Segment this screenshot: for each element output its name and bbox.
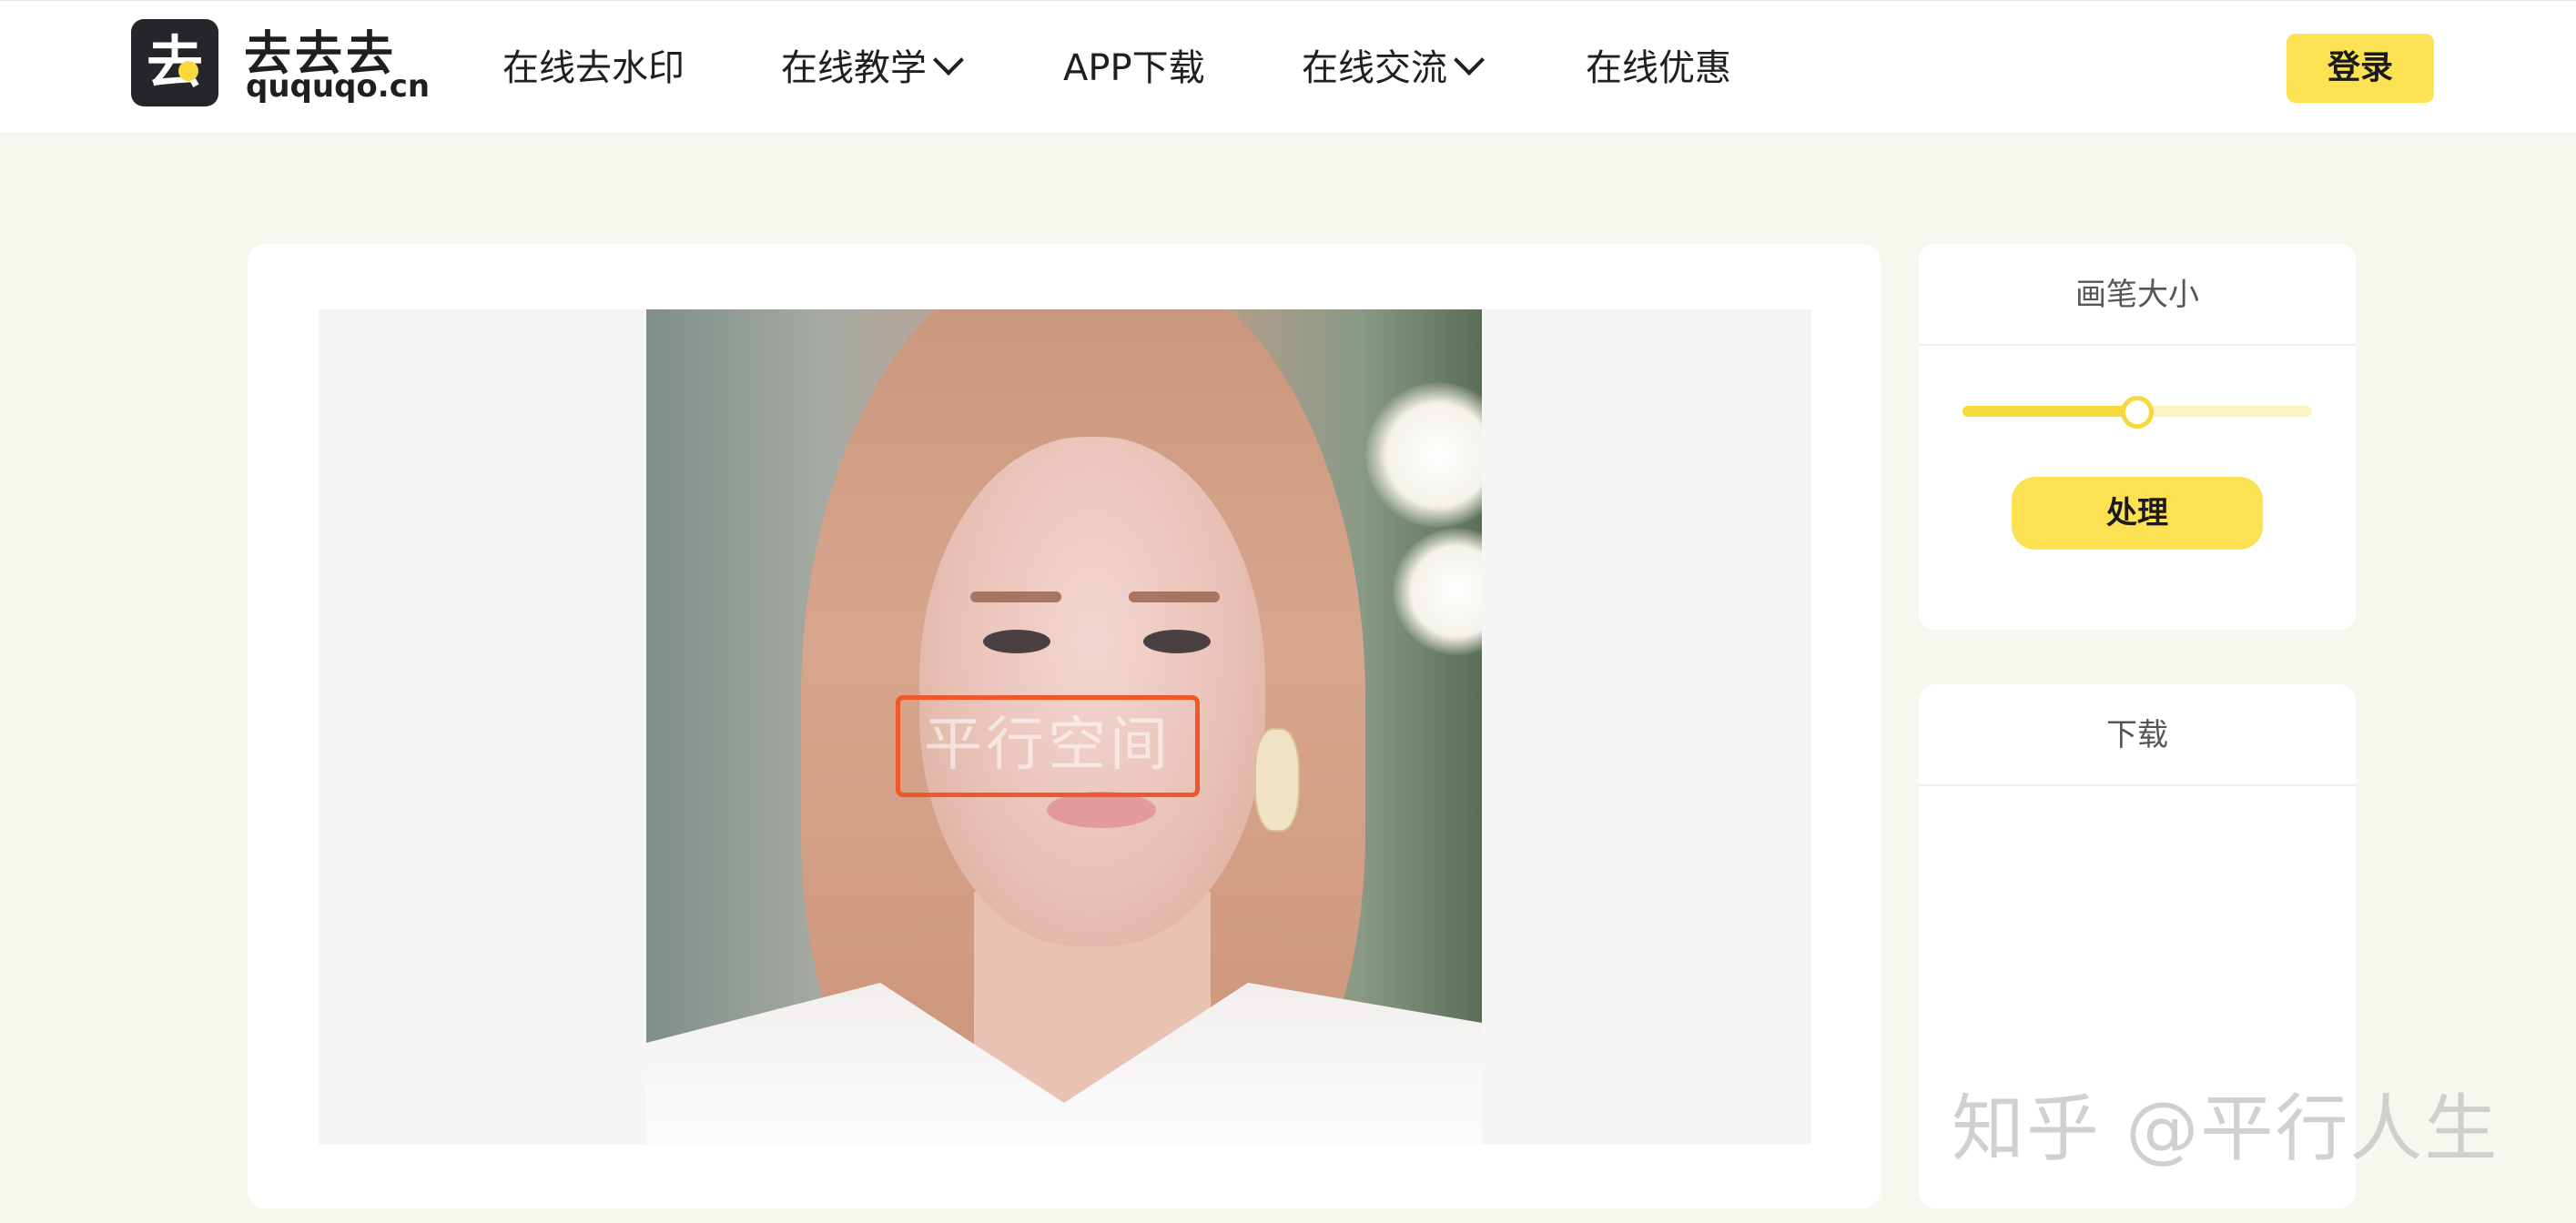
overlay-watermark: 知乎 @平行人生: [1952, 1087, 2500, 1171]
photo-brow: [970, 591, 1061, 602]
logo-text-en[interactable]: ququqo.cn: [246, 68, 430, 105]
photo-flower: [1365, 382, 1482, 528]
chevron-down-icon: [1454, 45, 1485, 76]
nav-label: APP下载: [1063, 47, 1205, 89]
nav-item-communication[interactable]: 在线交流: [1302, 43, 1485, 94]
slider-thumb[interactable]: [2121, 396, 2154, 429]
nav-item-teaching[interactable]: 在线教学: [781, 43, 964, 94]
photo-face: [919, 437, 1265, 946]
nav-label: 在线去水印: [502, 47, 685, 89]
photo-lips: [1047, 792, 1156, 828]
photo-eye: [1143, 630, 1211, 653]
logo-dot: [178, 61, 198, 81]
brush-size-panel: 画笔大小 处理: [1919, 244, 2356, 630]
nav-label: 在线优惠: [1586, 47, 1731, 89]
chevron-down-icon: [933, 45, 964, 76]
brush-size-title: 画笔大小: [1919, 244, 2356, 346]
brush-size-slider[interactable]: [1962, 396, 2312, 429]
editor-card: 平行空间: [248, 244, 1881, 1208]
nav-label: 在线教学: [781, 47, 927, 89]
photo-eye: [983, 630, 1050, 653]
logo-glyph: 去: [146, 29, 203, 96]
photo-brow: [1129, 591, 1220, 602]
nav-item-app-download[interactable]: APP下载: [1063, 43, 1205, 94]
download-title[interactable]: 下载: [1919, 684, 2356, 786]
logo-icon[interactable]: 去: [131, 19, 218, 106]
watermark-text: 平行空间: [924, 712, 1171, 779]
photo-flower: [1393, 528, 1482, 655]
nav-item-discounts[interactable]: 在线优惠: [1586, 43, 1731, 94]
nav-item-watermark-removal[interactable]: 在线去水印: [502, 43, 685, 94]
image-canvas[interactable]: 平行空间: [319, 309, 1811, 1145]
process-button[interactable]: 处理: [2012, 477, 2263, 550]
login-button[interactable]: 登录: [2287, 34, 2434, 103]
nav-label: 在线交流: [1302, 47, 1447, 89]
watermark-selection-box[interactable]: 平行空间: [896, 695, 1200, 797]
top-header: 去 去去去 ququqo.cn 在线去水印 在线教学 APP下载 在线交流 在线…: [0, 0, 2576, 133]
slider-fill: [1962, 406, 2137, 417]
photo-earring: [1254, 728, 1300, 832]
